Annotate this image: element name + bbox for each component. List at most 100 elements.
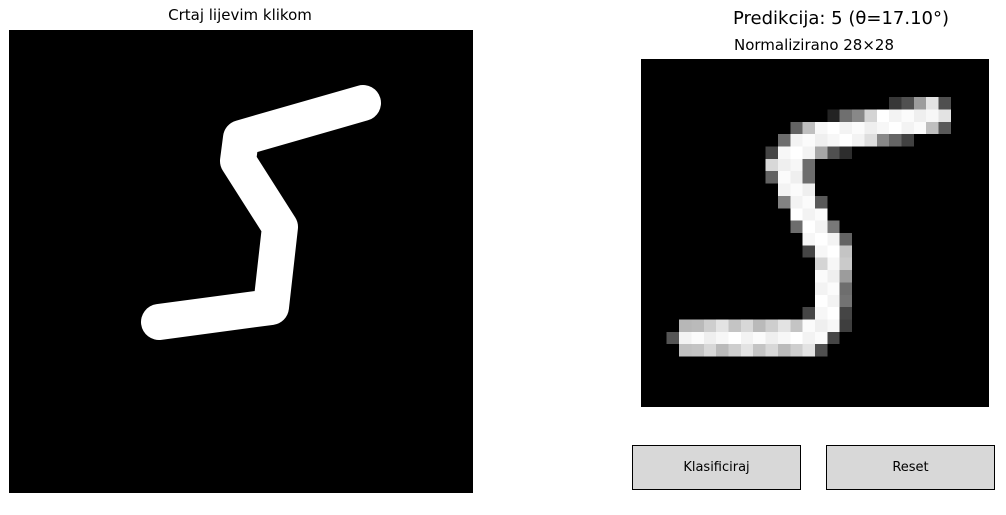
pixel [827, 233, 840, 246]
pixel [765, 331, 778, 345]
pixel [815, 245, 828, 258]
pixel [703, 331, 717, 345]
pixel [815, 331, 828, 345]
pixel [777, 195, 791, 209]
reset-button[interactable]: Reset [826, 445, 995, 490]
pixel [802, 146, 815, 159]
pixel [827, 121, 840, 135]
pixel [790, 134, 803, 147]
prediction-title: Predikcija: 5 (θ=17.10°) [733, 8, 950, 29]
pixel [790, 195, 803, 209]
pixel [765, 319, 778, 332]
pixel [901, 121, 914, 135]
pixel [815, 282, 828, 295]
pixel [765, 146, 778, 159]
pixel [728, 319, 741, 332]
pixel [901, 109, 914, 122]
pixel [753, 319, 766, 332]
pixel [802, 208, 815, 221]
drawn-digit-stroke [141, 85, 381, 340]
pixel [790, 319, 803, 332]
pixel [852, 134, 865, 147]
pixel [802, 233, 815, 246]
pixel [913, 109, 927, 122]
pixel [852, 121, 865, 135]
pixel [790, 220, 803, 233]
pixel [815, 134, 828, 147]
pixel [802, 344, 815, 357]
pixel [716, 344, 729, 357]
pixel [815, 319, 828, 332]
pixel [839, 257, 853, 271]
pixel [790, 121, 803, 135]
pixel [926, 121, 939, 135]
pixel [901, 134, 914, 147]
drawing-canvas-title: Crtaj lijevim klikom [168, 6, 312, 24]
pixel [889, 97, 902, 110]
pixel [839, 134, 853, 147]
pixel [777, 319, 791, 332]
pixel [815, 220, 828, 233]
pixel [815, 233, 828, 246]
pixel [827, 146, 840, 159]
pixel [864, 121, 877, 135]
pixel [827, 245, 840, 258]
pixel [926, 109, 939, 122]
pixel [839, 270, 853, 283]
pixel [852, 109, 865, 122]
pixel [777, 134, 791, 147]
drawing-canvas[interactable] [9, 30, 473, 493]
pixel [691, 331, 704, 345]
pixel [889, 134, 902, 147]
pixel [913, 121, 927, 135]
normalized-digit-image [641, 59, 989, 407]
pixel [839, 294, 853, 308]
pixel [839, 282, 853, 295]
pixel [889, 109, 902, 122]
pixel [777, 183, 791, 196]
pixel [827, 294, 840, 308]
pixel [802, 171, 815, 184]
pixel [740, 344, 754, 357]
pixel [703, 319, 717, 332]
pixel [827, 257, 840, 271]
pixel [679, 344, 692, 357]
pixel [790, 344, 803, 357]
pixel [716, 331, 729, 345]
pixel [839, 121, 853, 135]
pixel [802, 195, 815, 209]
pixel [790, 171, 803, 184]
pixel [839, 245, 853, 258]
classify-button[interactable]: Klasificiraj [632, 445, 801, 490]
pixel [827, 319, 840, 332]
pixel [802, 183, 815, 196]
pixel [876, 121, 890, 135]
pixel [827, 331, 840, 345]
pixel [815, 294, 828, 308]
pixel [938, 109, 951, 122]
pixel [802, 319, 815, 332]
pixel [777, 158, 791, 172]
pixel [802, 331, 815, 345]
pixel [716, 319, 729, 332]
pixel [802, 245, 815, 258]
pixel [815, 257, 828, 271]
pixel [777, 171, 791, 184]
pixel [703, 344, 717, 357]
pixel [802, 134, 815, 147]
pixel [815, 307, 828, 320]
pixel [777, 331, 791, 345]
pixel [876, 134, 890, 147]
pixel [802, 220, 815, 233]
pixel [777, 146, 791, 159]
pixel [740, 319, 754, 332]
pixel [765, 171, 778, 184]
normalized-pixel-grid [666, 97, 951, 357]
pixel [839, 146, 853, 159]
pixel [901, 97, 914, 110]
pixel [815, 208, 828, 221]
pixel [728, 331, 741, 345]
pixel [679, 319, 692, 332]
pixel [753, 331, 766, 345]
pixel [926, 97, 939, 110]
